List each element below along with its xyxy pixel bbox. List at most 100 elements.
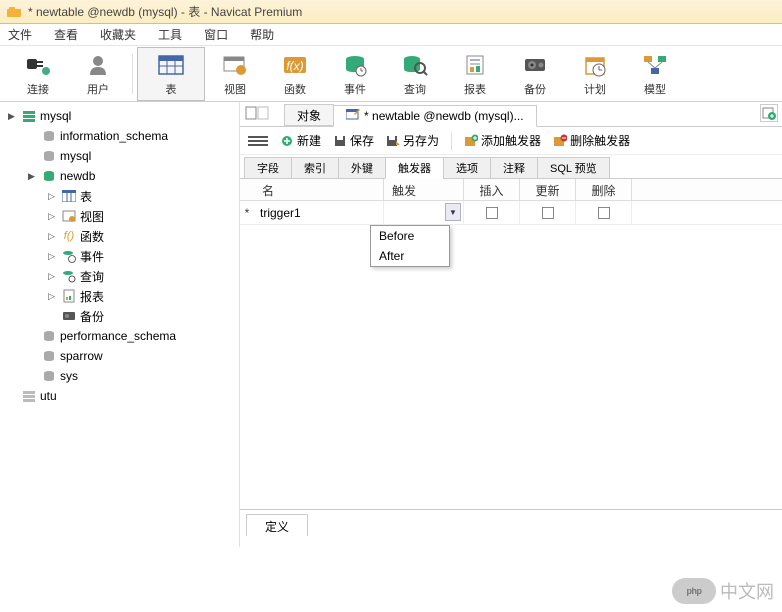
- subtab-sql-preview[interactable]: SQL 预览: [537, 157, 610, 179]
- menu-file[interactable]: 文件: [4, 24, 36, 45]
- backup-icon: [61, 308, 77, 324]
- btn-save[interactable]: 保存: [333, 132, 374, 149]
- subtab-foreign-keys[interactable]: 外键: [338, 157, 386, 179]
- backup-icon: [522, 51, 548, 79]
- dropdown-option-after[interactable]: After: [371, 246, 449, 266]
- tree-db-sys[interactable]: sys: [0, 366, 239, 386]
- checkbox-update[interactable]: [542, 207, 554, 219]
- tool-view[interactable]: 视图: [205, 48, 265, 100]
- btn-delete-trigger[interactable]: 删除触发器: [553, 132, 630, 149]
- db-icon: [41, 168, 57, 184]
- content-tabs: 对象 * newtable @newdb (mysql)...: [240, 101, 782, 127]
- tree-queries[interactable]: ▷查询: [0, 266, 239, 286]
- subtab-indexes[interactable]: 索引: [291, 157, 339, 179]
- event-icon: [343, 51, 367, 79]
- cell-name[interactable]: trigger1: [254, 201, 384, 224]
- tree-conn-mysql[interactable]: ▶mysql: [0, 106, 239, 126]
- tab-newtable[interactable]: * newtable @newdb (mysql)...: [333, 105, 537, 127]
- query-icon: [402, 51, 428, 79]
- new-tab-button[interactable]: [760, 104, 778, 122]
- tool-user[interactable]: 用户: [68, 48, 128, 100]
- tree-views[interactable]: ▷视图: [0, 206, 239, 226]
- delete-trigger-icon: [553, 134, 567, 148]
- subtab-triggers[interactable]: 触发器: [385, 157, 444, 179]
- add-trigger-icon: [464, 134, 478, 148]
- tree-reports[interactable]: ▷报表: [0, 286, 239, 306]
- dropdown-arrow-icon[interactable]: ▼: [445, 203, 461, 221]
- db-icon: [41, 368, 57, 384]
- tool-schedule[interactable]: 计划: [565, 48, 625, 100]
- menu-view[interactable]: 查看: [50, 24, 82, 45]
- saveas-icon: [386, 134, 400, 148]
- btn-new[interactable]: 新建: [280, 132, 321, 149]
- event-icon: [61, 248, 77, 264]
- app-icon: [6, 4, 22, 20]
- plug-icon: [25, 51, 51, 79]
- view-icon: [222, 51, 248, 79]
- subtab-fields[interactable]: 字段: [244, 157, 292, 179]
- subtab-comment[interactable]: 注释: [490, 157, 538, 179]
- th-name[interactable]: 名: [254, 179, 384, 200]
- th-trigger[interactable]: 触发: [384, 179, 464, 200]
- menu-help[interactable]: 帮助: [246, 24, 278, 45]
- tree-db-performance-schema[interactable]: performance_schema: [0, 326, 239, 346]
- tool-query[interactable]: 查询: [385, 48, 445, 100]
- watermark: php 中文网: [672, 578, 774, 604]
- tree-db-sparrow[interactable]: sparrow: [0, 346, 239, 366]
- watermark-badge: php: [672, 578, 716, 604]
- tree-db-newdb[interactable]: ▶newdb: [0, 166, 239, 186]
- schedule-icon: [583, 51, 607, 79]
- dropdown-option-before[interactable]: Before: [371, 226, 449, 246]
- menu-tools[interactable]: 工具: [154, 24, 186, 45]
- trigger-dropdown-list[interactable]: Before After: [370, 225, 450, 267]
- checkbox-delete[interactable]: [598, 207, 610, 219]
- tree-backups[interactable]: 备份: [0, 306, 239, 326]
- menu-window[interactable]: 窗口: [200, 24, 232, 45]
- th-insert[interactable]: 插入: [464, 179, 520, 200]
- tab-switcher-icon[interactable]: [244, 104, 274, 122]
- db-icon: [41, 328, 57, 344]
- cell-update[interactable]: [520, 201, 576, 224]
- table-icon: [157, 51, 185, 79]
- th-delete[interactable]: 删除: [576, 179, 632, 200]
- tab-objects[interactable]: 对象: [284, 104, 334, 126]
- save-icon: [333, 134, 347, 148]
- definition-tab[interactable]: 定义: [246, 514, 308, 536]
- content-toolbar: 新建 保存 另存为 添加触发器 删除触发器: [240, 127, 782, 155]
- cell-insert[interactable]: [464, 201, 520, 224]
- tree-functions[interactable]: ▷f()函数: [0, 226, 239, 246]
- th-update[interactable]: 更新: [520, 179, 576, 200]
- sub-tabs: 字段 索引 外键 触发器 选项 注释 SQL 预览: [240, 155, 782, 179]
- db-icon: [41, 348, 57, 364]
- tool-backup[interactable]: 备份: [505, 48, 565, 100]
- svg-text:f(x): f(x): [286, 59, 303, 73]
- hamburger-icon[interactable]: [248, 136, 268, 146]
- tool-model[interactable]: 模型: [625, 48, 685, 100]
- tree-tables[interactable]: ▷表: [0, 186, 239, 206]
- tree-db-information-schema[interactable]: information_schema: [0, 126, 239, 146]
- cell-trigger-dropdown[interactable]: ▼: [384, 201, 464, 224]
- tree-conn-utu[interactable]: utu: [0, 386, 239, 406]
- table-row[interactable]: * trigger1 ▼: [240, 201, 782, 225]
- tool-event[interactable]: 事件: [325, 48, 385, 100]
- menu-favorites[interactable]: 收藏夹: [96, 24, 140, 45]
- subtab-options[interactable]: 选项: [443, 157, 491, 179]
- checkbox-insert[interactable]: [486, 207, 498, 219]
- tool-table[interactable]: 表: [137, 47, 205, 101]
- report-icon: [61, 288, 77, 304]
- tree-db-mysql[interactable]: mysql: [0, 146, 239, 166]
- db-icon: [21, 388, 37, 404]
- tool-function[interactable]: f(x) 函数: [265, 48, 325, 100]
- tool-connection[interactable]: 连接: [8, 48, 68, 100]
- connection-tree[interactable]: ▶mysql information_schema mysql ▶newdb ▷…: [0, 102, 240, 547]
- definition-panel: 定义: [240, 509, 782, 547]
- model-icon: [642, 51, 668, 79]
- function-icon: f(x): [282, 51, 308, 79]
- trigger-table: 名 触发 插入 更新 删除 * trigger1 ▼ Before After: [240, 179, 782, 509]
- btn-saveas[interactable]: 另存为: [386, 132, 439, 149]
- tool-report[interactable]: 报表: [445, 48, 505, 100]
- cell-delete[interactable]: [576, 201, 632, 224]
- btn-add-trigger[interactable]: 添加触发器: [464, 132, 541, 149]
- main-toolbar: 连接 用户 表 视图 f(x) 函数 事件 查询 报表 备份 计划 模型: [0, 46, 782, 102]
- tree-events[interactable]: ▷事件: [0, 246, 239, 266]
